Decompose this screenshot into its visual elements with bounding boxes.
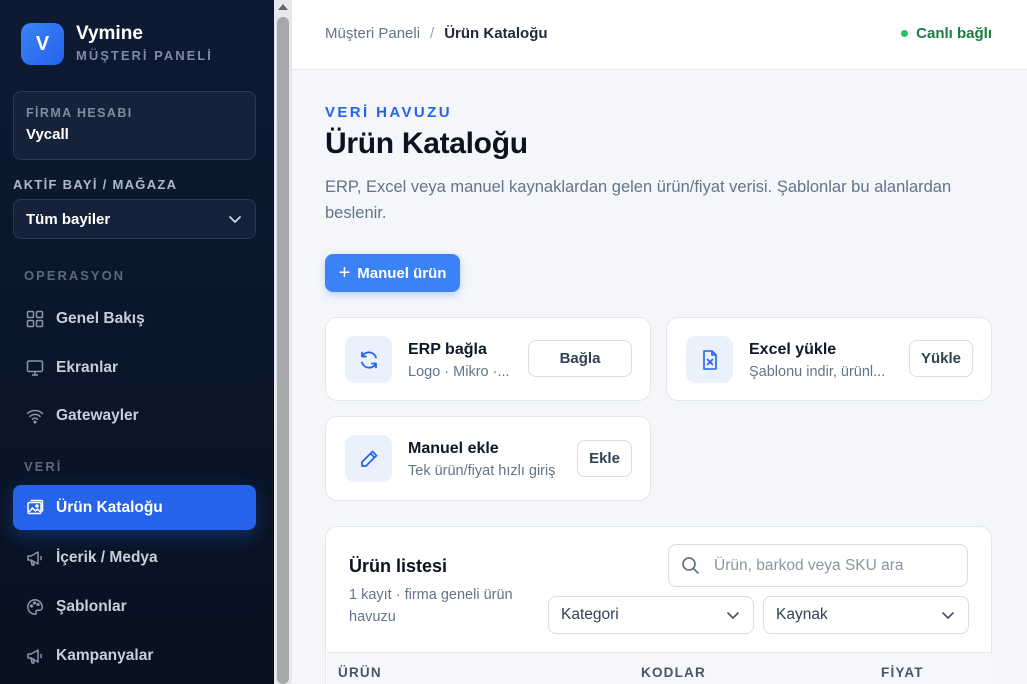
sidebar-item-label: Gatewayler	[56, 406, 139, 424]
category-filter-select[interactable]: Kategori	[548, 596, 754, 634]
source-card-manual: Manuel ekle Tek ürün/fiyat hızlı giriş E…	[325, 416, 651, 501]
source-card-subtitle: Logo · Mikro ·...	[408, 364, 510, 380]
source-card-erp: ERP bağla Logo · Mikro ·... Bağla	[325, 317, 651, 401]
product-list-title: Ürün listesi	[349, 556, 448, 576]
status-dot-icon	[901, 30, 909, 37]
sidebar-item-icerik-medya[interactable]: İçerik / Medya	[13, 535, 256, 580]
sidebar-item-ekranlar[interactable]: Ekranlar	[13, 345, 256, 390]
sidebar-item-urun-katalogu[interactable]: Ürün Kataloğu	[13, 485, 256, 530]
page-title: Ürün Kataloğu	[325, 127, 528, 160]
pencil-icon	[345, 435, 392, 482]
brand-name: Vymine	[76, 23, 143, 44]
section-label-operasyon: OPERASYON	[24, 268, 126, 283]
chevron-down-icon	[229, 216, 241, 223]
sidebar-item-label: Ürün Kataloğu	[56, 498, 163, 516]
sidebar-item-gatewayler[interactable]: Gatewayler	[13, 393, 256, 438]
megaphone-icon	[24, 547, 46, 569]
chevron-down-icon	[727, 612, 739, 619]
brand-subtitle: MÜŞTERİ PANELİ	[76, 48, 213, 63]
source-filter-value: Kaynak	[776, 606, 828, 623]
sidebar-item-label: Şablonlar	[56, 597, 127, 615]
sidebar-item-kampanyalar[interactable]: Kampanyalar	[13, 633, 256, 678]
excel-file-icon	[686, 336, 733, 383]
add-manual-button[interactable]: Ekle	[577, 440, 632, 477]
sidebar-item-label: Ekranlar	[56, 358, 119, 376]
section-label-veri: VERİ	[24, 459, 63, 474]
category-filter-value: Kategori	[561, 606, 619, 623]
brand: V Vymine MÜŞTERİ PANELİ	[21, 23, 213, 65]
source-card-subtitle: Şablonu indir, ürünl...	[749, 364, 886, 380]
dealer-select-value: Tüm bayiler	[26, 210, 111, 228]
upload-excel-button[interactable]: Yükle	[909, 340, 973, 377]
breadcrumb-separator: /	[430, 25, 435, 42]
palette-icon	[24, 596, 46, 618]
sidebar-item-label: Genel Bakış	[56, 309, 145, 327]
breadcrumb-current: Ürün Kataloğu	[444, 25, 548, 42]
live-status: Canlı bağlı	[901, 25, 992, 42]
column-header-fiyat[interactable]: FİYAT	[881, 665, 924, 680]
sidebar-item-sablonlar[interactable]: Şablonlar	[13, 584, 256, 629]
monitor-icon	[24, 357, 46, 379]
company-name: Vycall	[26, 126, 69, 143]
image-icon	[24, 497, 46, 519]
product-list-card: Ürün listesi 1 kayıt · firma geneli ürün…	[325, 526, 992, 684]
source-card-title: ERP bağla	[408, 341, 487, 358]
breadcrumb: Müşteri Paneli / Ürün Kataloğu	[325, 25, 548, 42]
sidebar-item-label: Kampanyalar	[56, 646, 154, 664]
page-eyebrow: VERİ HAVUZU	[325, 104, 452, 121]
sidebar-item-genel-bakis[interactable]: Genel Bakış	[13, 296, 256, 341]
wifi-icon	[24, 405, 46, 427]
connect-erp-button[interactable]: Bağla	[528, 340, 632, 377]
source-card-excel: Excel yükle Şablonu indir, ürünl... Yükl…	[666, 317, 992, 401]
refresh-icon	[345, 336, 392, 383]
sidebar: V Vymine MÜŞTERİ PANELİ FİRMA HESABI Vyc…	[0, 0, 274, 684]
add-manual-product-button[interactable]: + Manuel ürün	[325, 254, 460, 292]
search-icon	[682, 557, 699, 574]
product-search-input[interactable]: Ürün, barkod veya SKU ara	[668, 544, 968, 587]
scrollbar-thumb[interactable]	[277, 17, 289, 684]
megaphone-icon	[24, 645, 46, 667]
dealer-select[interactable]: Tüm bayiler	[13, 199, 256, 239]
sidebar-item-label: İçerik / Medya	[56, 548, 158, 566]
company-label: FİRMA HESABI	[26, 106, 133, 120]
topbar: Müşteri Paneli / Ürün Kataloğu Canlı bağ…	[292, 0, 1027, 70]
column-header-kodlar[interactable]: KODLAR	[641, 665, 706, 680]
grid-icon	[24, 308, 46, 330]
column-header-urun[interactable]: ÜRÜN	[338, 665, 382, 680]
plus-icon: +	[338, 261, 351, 284]
scroll-up-arrow-icon[interactable]	[278, 4, 288, 10]
brand-logo: V	[21, 23, 64, 65]
product-table-header: ÜRÜN KODLAR FİYAT	[327, 652, 992, 684]
page-description: ERP, Excel veya manuel kaynaklardan gele…	[325, 178, 952, 222]
dealer-label: AKTİF BAYİ / MAĞAZA	[13, 177, 178, 192]
chevron-down-icon	[942, 612, 954, 619]
product-list-subtitle: 1 kayıt · firma geneli ürün havuzu	[349, 587, 513, 625]
source-card-title: Manuel ekle	[408, 440, 499, 457]
source-card-title: Excel yükle	[749, 341, 837, 358]
source-filter-select[interactable]: Kaynak	[763, 596, 969, 634]
live-status-label: Canlı bağlı	[916, 25, 992, 42]
source-card-subtitle: Tek ürün/fiyat hızlı giriş	[408, 463, 556, 479]
add-manual-product-label: Manuel ürün	[357, 264, 447, 282]
search-placeholder: Ürün, barkod veya SKU ara	[714, 556, 904, 574]
breadcrumb-parent[interactable]: Müşteri Paneli	[325, 25, 420, 42]
company-account: FİRMA HESABI Vycall	[13, 91, 256, 160]
